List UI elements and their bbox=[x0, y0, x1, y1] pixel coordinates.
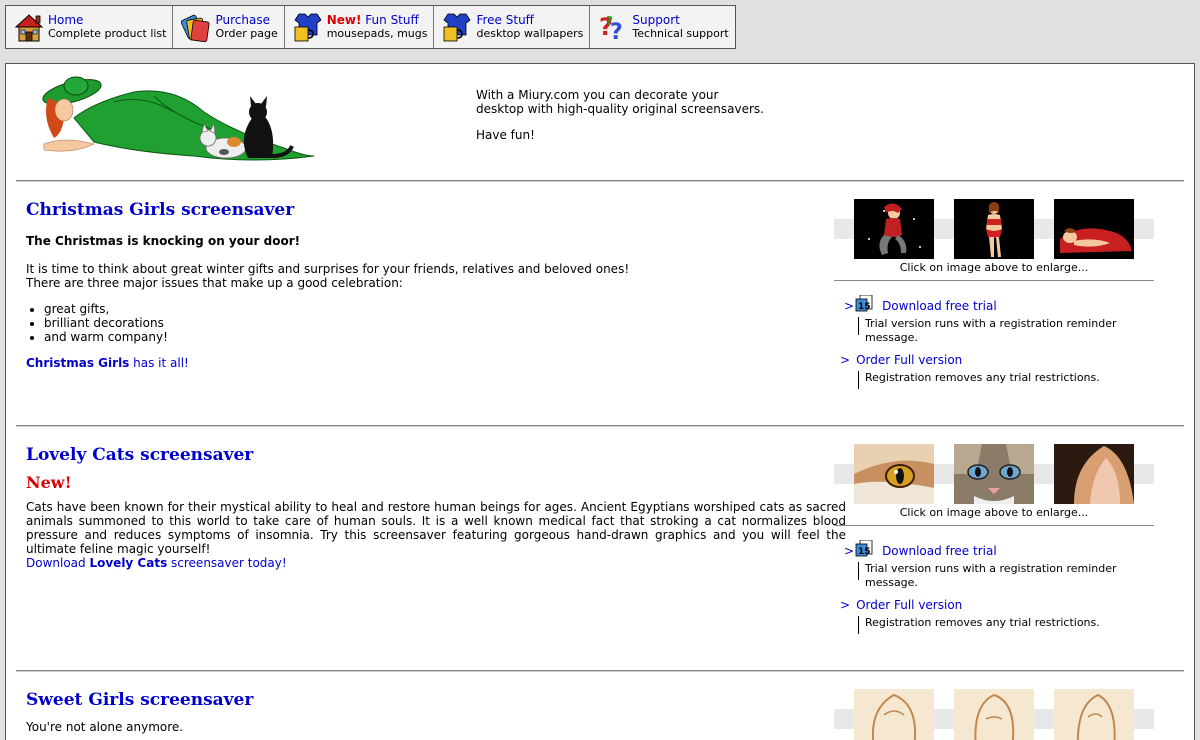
product-link-rest[interactable]: screensaver today! bbox=[167, 556, 287, 570]
order-note: Registration removes any trial restricti… bbox=[858, 371, 1154, 389]
enlarge-hint: Click on image above to enlarge... bbox=[899, 261, 1089, 274]
arrow-icon: > bbox=[840, 598, 851, 612]
thumbnail-image[interactable] bbox=[954, 689, 1034, 740]
question-marks-icon: ? ? ? bbox=[598, 11, 628, 45]
thumbnail-image[interactable] bbox=[1054, 689, 1134, 740]
thumbnail-image[interactable] bbox=[854, 444, 934, 504]
nav-home[interactable]: Home Complete product list bbox=[6, 6, 174, 48]
product-link-bold[interactable]: Christmas Girls bbox=[26, 356, 129, 370]
svg-text:15: 15 bbox=[858, 302, 871, 312]
download-block: > 15 Download free trial Trial version r… bbox=[834, 539, 1154, 589]
intro-line-3: Have fun! bbox=[476, 128, 535, 142]
order-full-link[interactable]: > Order Full version bbox=[834, 353, 1154, 367]
section-divider bbox=[16, 425, 1184, 427]
thumbnail-image[interactable] bbox=[954, 199, 1034, 259]
nav-fun-title[interactable]: Fun Stuff bbox=[365, 13, 418, 27]
tshirt-mug-icon bbox=[442, 11, 472, 43]
product-para-2: There are three major issues that make u… bbox=[26, 276, 403, 290]
product-link-pre[interactable]: Download bbox=[26, 556, 89, 570]
nav-support[interactable]: ? ? ? Support Technical support bbox=[590, 6, 735, 48]
download-block: > 15 Download free trial Trial version r… bbox=[834, 294, 1154, 344]
download-trial-label[interactable]: Download free trial bbox=[882, 544, 997, 558]
order-full-label[interactable]: Order Full version bbox=[856, 598, 962, 612]
section-divider bbox=[16, 670, 1184, 672]
product-side-christmas: Click on image above to enlarge... > 15 … bbox=[834, 199, 1154, 389]
order-block: > Order Full version Registration remove… bbox=[834, 598, 1154, 634]
arrow-icon: > bbox=[840, 353, 851, 367]
nav-home-title[interactable]: Home bbox=[48, 13, 166, 27]
nav-home-sub[interactable]: Complete product list bbox=[48, 27, 166, 41]
thumbnail-image[interactable] bbox=[1054, 199, 1134, 259]
product-link-bold[interactable]: Lovely Cats bbox=[89, 556, 167, 570]
order-note: Registration removes any trial restricti… bbox=[858, 616, 1154, 634]
order-full-link[interactable]: > Order Full version bbox=[834, 598, 1154, 612]
product-link-rest[interactable]: has it all! bbox=[129, 356, 189, 370]
section-divider bbox=[16, 180, 1184, 182]
product-side-sweet bbox=[834, 689, 1154, 740]
nav-purchase-sub[interactable]: Order page bbox=[215, 27, 277, 41]
nav-fun-stuff[interactable]: New! Fun Stuff mousepads, mugs bbox=[284, 6, 435, 48]
enlarge-hint: Click on image above to enlarge... bbox=[899, 506, 1089, 519]
product-description: It is time to think about great winter g… bbox=[26, 262, 846, 290]
intro-line-1: With a Miury.com you can decorate your bbox=[476, 88, 719, 102]
hero-illustration bbox=[34, 72, 324, 168]
thumbnail-image[interactable] bbox=[1054, 444, 1134, 504]
thumbnail-image[interactable] bbox=[854, 689, 934, 740]
credit-cards-icon bbox=[181, 11, 211, 43]
nav-free-sub[interactable]: desktop wallpapers bbox=[476, 27, 583, 41]
nav-free-title[interactable]: Free Stuff bbox=[476, 13, 583, 27]
thumbnail-strip bbox=[834, 689, 1154, 740]
svg-text:15: 15 bbox=[858, 547, 871, 557]
download-icon: 15 bbox=[854, 294, 874, 313]
tshirt-mug-icon bbox=[293, 11, 323, 43]
top-nav: Home Complete product list Purchase Orde… bbox=[5, 5, 736, 49]
download-trial-link[interactable]: > 15 Download free trial bbox=[834, 539, 1154, 558]
download-trial-link[interactable]: > 15 Download free trial bbox=[834, 294, 1154, 313]
svg-text:?: ? bbox=[606, 14, 613, 28]
product-para-1: It is time to think about great winter g… bbox=[26, 262, 630, 276]
house-icon bbox=[14, 11, 44, 43]
intro-line-2: desktop with high-quality original scree… bbox=[476, 102, 764, 116]
thumbnail-strip bbox=[834, 199, 1154, 259]
nav-fun-new-badge[interactable]: New! bbox=[327, 13, 362, 27]
nav-support-title[interactable]: Support bbox=[632, 13, 728, 27]
download-note: Trial version runs with a registration r… bbox=[858, 562, 1154, 589]
nav-support-sub[interactable]: Technical support bbox=[632, 27, 728, 41]
order-full-label[interactable]: Order Full version bbox=[856, 353, 962, 367]
product-side-cats: Click on image above to enlarge... > 15 … bbox=[834, 444, 1154, 634]
nav-free-stuff[interactable]: Free Stuff desktop wallpapers bbox=[434, 6, 591, 48]
download-trial-label[interactable]: Download free trial bbox=[882, 299, 997, 313]
side-divider bbox=[834, 525, 1154, 526]
thumbnail-image[interactable] bbox=[854, 199, 934, 259]
nav-purchase-title[interactable]: Purchase bbox=[215, 13, 277, 27]
intro-text: With a Miury.com you can decorate your de… bbox=[476, 88, 764, 154]
main-panel: With a Miury.com you can decorate your de… bbox=[5, 63, 1195, 740]
product-description: Cats have been known for their mystical … bbox=[26, 500, 846, 556]
arrow-icon: > bbox=[844, 299, 855, 313]
thumbnail-image[interactable] bbox=[954, 444, 1034, 504]
thumbnail-strip bbox=[834, 444, 1154, 504]
nav-purchase[interactable]: Purchase Order page bbox=[173, 6, 285, 48]
nav-fun-sub[interactable]: mousepads, mugs bbox=[327, 27, 428, 41]
order-block: > Order Full version Registration remove… bbox=[834, 353, 1154, 389]
download-icon: 15 bbox=[854, 539, 874, 558]
side-divider bbox=[834, 280, 1154, 281]
download-note: Trial version runs with a registration r… bbox=[858, 317, 1154, 344]
arrow-icon: > bbox=[844, 544, 855, 558]
